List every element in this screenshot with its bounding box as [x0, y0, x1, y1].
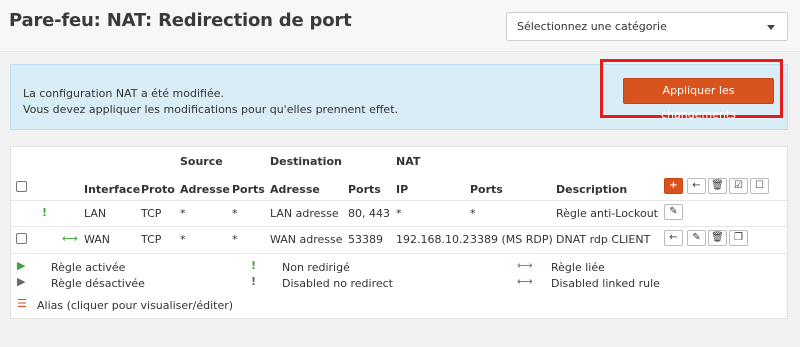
- move-rule-button[interactable]: ←: [664, 230, 683, 246]
- category-select[interactable]: Sélectionnez une catégorie: [506, 12, 788, 41]
- cell-source-address: *: [180, 233, 186, 246]
- column-header-source-address: Adresse: [180, 183, 230, 196]
- linked-rule-icon: ⟷: [517, 259, 533, 272]
- page-title: Pare-feu: NAT: Redirection de port: [9, 10, 352, 31]
- column-header-proto: Proto: [141, 183, 175, 196]
- row-select-checkbox[interactable]: [16, 233, 27, 244]
- legend-disabled-no-redirect: Disabled no redirect: [282, 277, 393, 290]
- cell-description: DNAT rdp CLIENT: [556, 233, 651, 246]
- group-header-nat: NAT: [396, 155, 421, 168]
- cell-destination-address: LAN adresse: [270, 207, 339, 220]
- legend-divider: [11, 253, 787, 254]
- legend-no-redirect: Non redirigé: [282, 261, 350, 274]
- alert-message-line2: Vous devez appliquer les modifications p…: [23, 103, 399, 116]
- alert-message-line1: La configuration NAT a été modifiée.: [23, 87, 224, 100]
- cell-destination-ports: 53389: [348, 233, 383, 246]
- cell-interface: WAN: [84, 233, 111, 246]
- cell-interface: LAN: [84, 207, 107, 220]
- edit-rule-button[interactable]: ✎: [687, 230, 706, 246]
- legend-disabled-linked-rule: Disabled linked rule: [551, 277, 660, 290]
- disable-selected-button[interactable]: ☐: [750, 178, 769, 194]
- cell-nat-ip: *: [396, 207, 402, 220]
- legend-linked-rule: Règle liée: [551, 261, 605, 274]
- add-rule-bottom-button[interactable]: ←: [687, 178, 706, 194]
- header-divider: [11, 200, 787, 201]
- cell-description: Règle anti-Lockout: [556, 207, 658, 220]
- select-all-checkbox[interactable]: [16, 181, 27, 192]
- cell-proto: TCP: [141, 207, 162, 220]
- column-header-destination-address: Adresse: [270, 183, 320, 196]
- no-redirect-disabled-icon: !: [251, 275, 257, 288]
- cell-nat-ports: *: [470, 207, 476, 220]
- column-header-description: Description: [556, 183, 628, 196]
- apply-changes-button[interactable]: Appliquer les changements: [623, 78, 774, 121]
- group-header-destination: Destination: [270, 155, 342, 168]
- no-redirect-icon: !: [251, 259, 257, 272]
- enable-selected-button[interactable]: ☑: [729, 178, 748, 194]
- cell-destination-ports: 80, 443: [348, 207, 390, 220]
- column-header-destination-ports: Ports: [348, 183, 381, 196]
- category-select-value: Sélectionnez une catégorie: [517, 20, 667, 33]
- column-header-interface: Interface: [84, 183, 141, 196]
- clone-rule-button[interactable]: ❐: [729, 230, 748, 246]
- linked-rule-disabled-icon: ⟷: [517, 275, 533, 288]
- row-divider: [11, 226, 787, 227]
- play-icon: ▶: [17, 259, 26, 272]
- cell-nat-ports: 3389 (MS RDP): [470, 233, 553, 246]
- delete-selected-button[interactable]: 🗑: [708, 178, 727, 194]
- legend-alias: Alias (cliquer pour visualiser/éditer): [37, 299, 234, 312]
- legend-enabled-rule: Règle activée: [51, 261, 126, 274]
- no-redirect-icon: !: [42, 206, 48, 219]
- port-forward-rules-panel: Source Destination NAT Interface Proto A…: [10, 146, 788, 319]
- column-header-nat-ports: Ports: [470, 183, 503, 196]
- column-header-nat-ip: IP: [396, 183, 409, 196]
- delete-rule-button[interactable]: 🗑: [708, 230, 727, 246]
- chevron-down-icon: [767, 25, 775, 30]
- cell-nat-ip: 192.168.10.2: [396, 233, 470, 246]
- add-rule-top-button[interactable]: +: [664, 178, 683, 194]
- cell-destination-address: WAN adresse: [270, 233, 343, 246]
- legend-disabled-rule: Règle désactivée: [51, 277, 145, 290]
- cell-source-ports: *: [232, 233, 238, 246]
- edit-rule-button[interactable]: ✎: [664, 204, 683, 220]
- play-icon-disabled: ▶: [17, 275, 26, 288]
- cell-proto: TCP: [141, 233, 162, 246]
- linked-rule-icon: ⟷: [62, 232, 78, 245]
- column-header-source-ports: Ports: [232, 183, 265, 196]
- page-header: Pare-feu: NAT: Redirection de port Sélec…: [0, 0, 800, 52]
- cell-source-ports: *: [232, 207, 238, 220]
- group-header-source: Source: [180, 155, 223, 168]
- list-icon: ☰: [17, 297, 27, 310]
- cell-source-address: *: [180, 207, 186, 220]
